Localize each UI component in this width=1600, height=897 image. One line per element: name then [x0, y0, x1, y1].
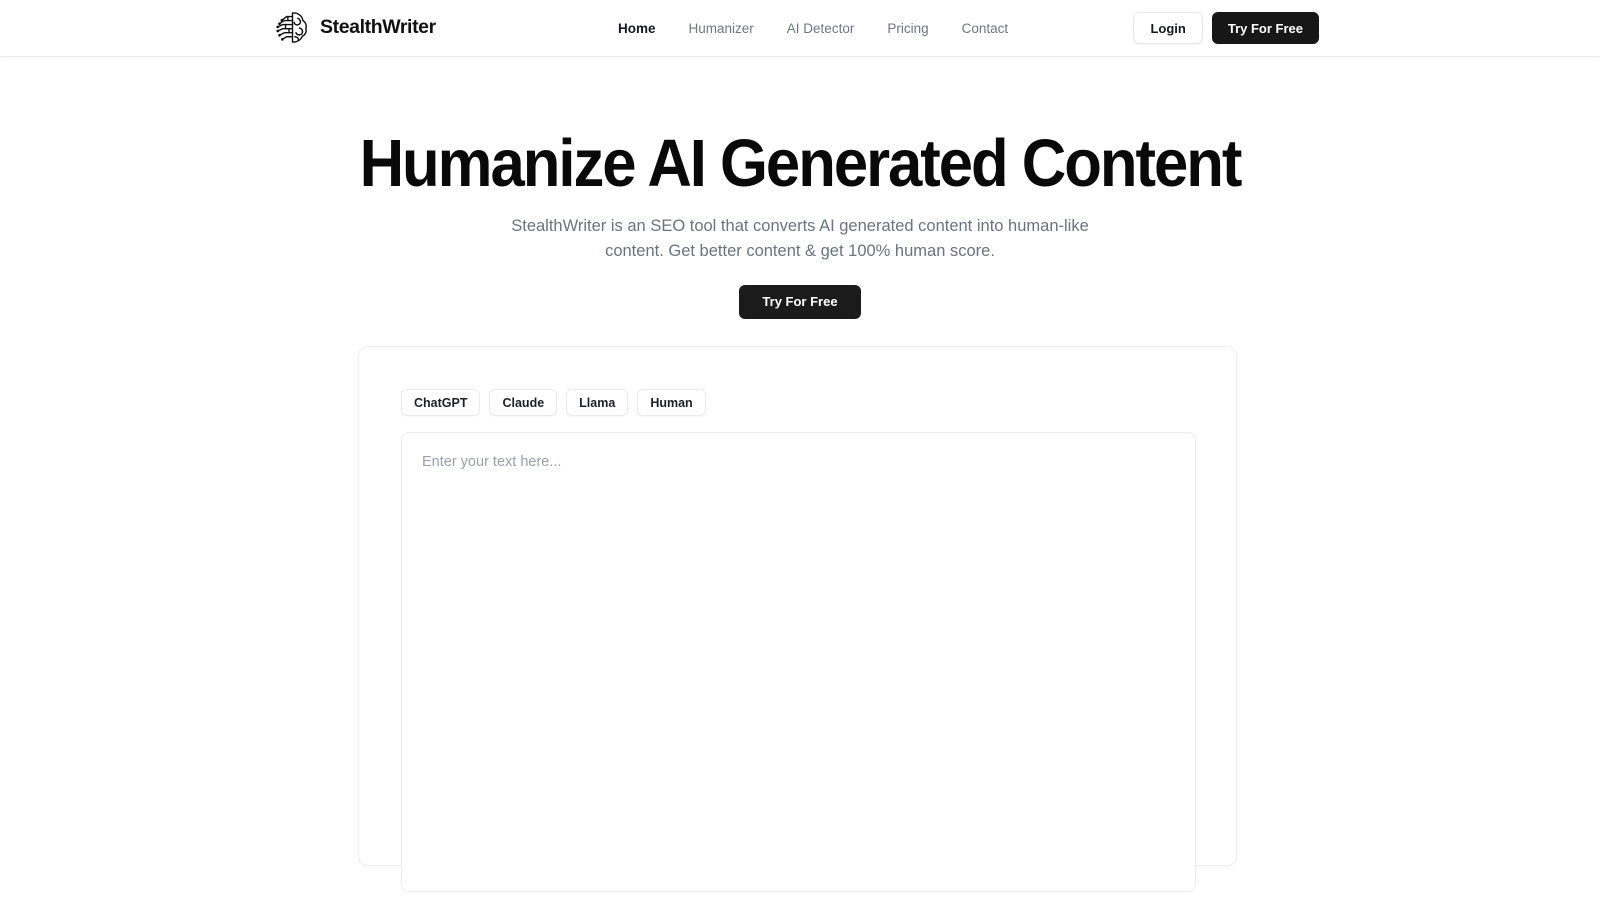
tab-human[interactable]: Human — [637, 389, 706, 416]
login-button[interactable]: Login — [1133, 12, 1203, 44]
brand-logo[interactable]: StealthWriter — [274, 9, 436, 46]
brand-name: StealthWriter — [320, 16, 436, 38]
main-navigation: Home Humanizer AI Detector Pricing Conta… — [618, 0, 1008, 56]
text-input[interactable] — [401, 432, 1196, 892]
model-tab-row: ChatGPT Claude Llama Human — [359, 347, 1236, 416]
nav-item-contact[interactable]: Contact — [962, 21, 1009, 36]
page-title: Humanize AI Generated Content — [359, 126, 1243, 201]
nav-item-home[interactable]: Home — [618, 21, 656, 36]
humanizer-tool-card: ChatGPT Claude Llama Human — [358, 346, 1237, 892]
hero-section: Humanize AI Generated Content StealthWri… — [0, 56, 1600, 319]
hero-cta-container: Try For Free — [0, 284, 1600, 319]
hero-subtitle: StealthWriter is an SEO tool that conver… — [511, 216, 1089, 261]
header-actions: Login Try For Free — [1133, 0, 1319, 56]
site-header: StealthWriter Home Humanizer AI Detector… — [0, 0, 1600, 56]
header-try-for-free-button[interactable]: Try For Free — [1211, 12, 1319, 44]
tab-chatgpt[interactable]: ChatGPT — [401, 389, 481, 416]
nav-item-humanizer[interactable]: Humanizer — [689, 21, 754, 36]
tab-llama[interactable]: Llama — [566, 389, 629, 416]
hero-try-for-free-button[interactable]: Try For Free — [739, 284, 861, 319]
editor-container — [401, 432, 1196, 892]
tab-claude[interactable]: Claude — [489, 389, 558, 416]
nav-item-pricing[interactable]: Pricing — [887, 21, 928, 36]
nav-item-ai-detector[interactable]: AI Detector — [787, 21, 855, 36]
brain-circuit-icon — [276, 12, 307, 43]
